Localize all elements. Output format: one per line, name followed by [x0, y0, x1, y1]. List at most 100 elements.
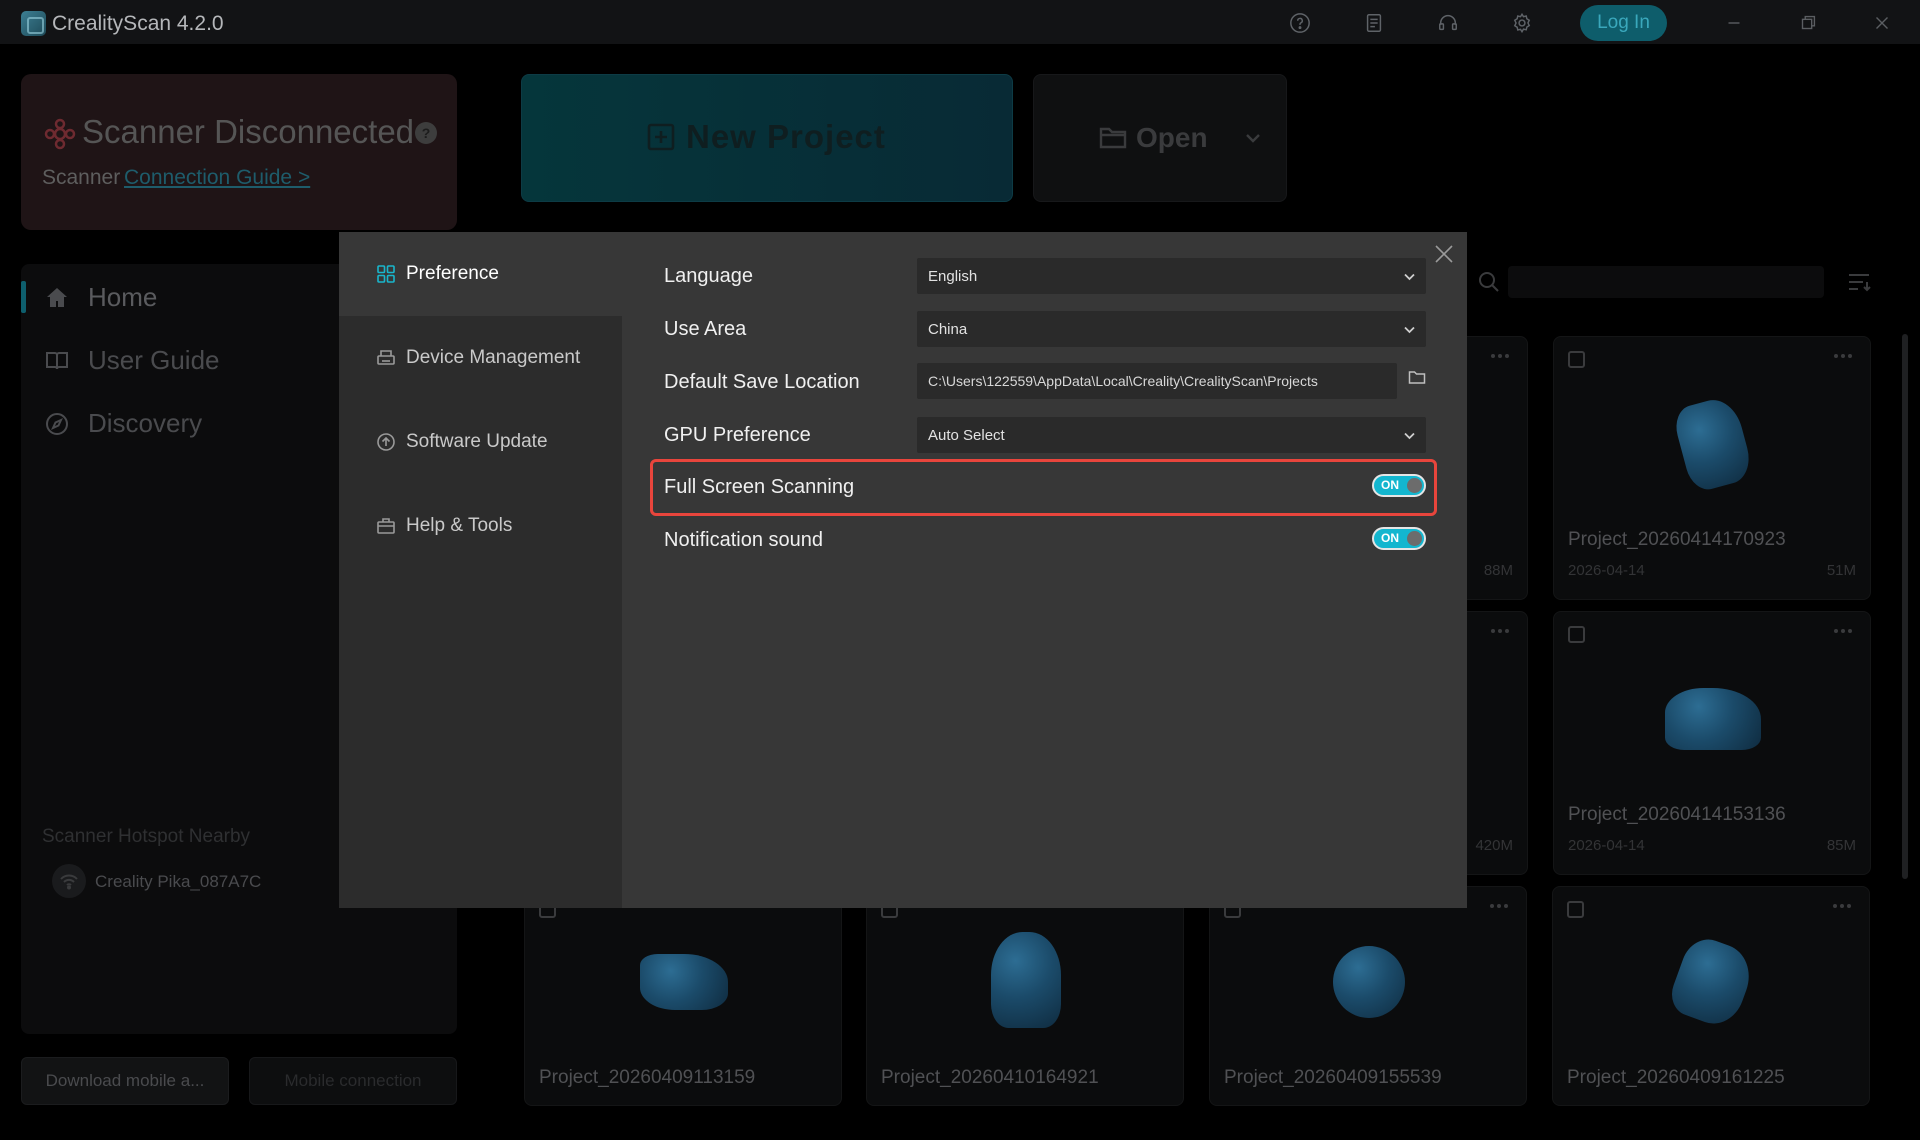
settings-dialog: Preference Device Management Software Up… [339, 232, 1467, 908]
chevron-down-icon [1404, 326, 1415, 334]
project-thumbnail [976, 925, 1076, 1035]
plus-square-icon [646, 122, 676, 152]
headset-icon[interactable] [1437, 12, 1459, 34]
settings-tab-label: Software Update [406, 431, 548, 452]
settings-tab-device-management[interactable]: Device Management [339, 316, 622, 400]
scrollbar[interactable] [1902, 334, 1908, 879]
more-options-icon[interactable] [1489, 347, 1511, 365]
hotspot-device-name[interactable]: Creality Pika_087A7C [95, 872, 261, 892]
project-thumbnail [1663, 664, 1763, 774]
app-title: CrealityScan 4.2.0 [52, 12, 224, 35]
gpu-preference-label: GPU Preference [664, 424, 811, 446]
project-thumbnail [634, 927, 734, 1037]
hotspot-title: Scanner Hotspot Nearby [42, 826, 251, 847]
settings-tab-help-tools[interactable]: Help & Tools [339, 484, 622, 568]
project-card[interactable]: Project_20260409155539 [1209, 886, 1527, 1106]
scanner-help-icon[interactable]: ? [415, 122, 437, 144]
settings-tab-label: Device Management [406, 347, 581, 368]
more-options-icon[interactable] [1832, 347, 1854, 365]
open-label: Open [1136, 122, 1208, 153]
project-checkbox[interactable] [1568, 626, 1585, 643]
project-card[interactable]: Project_20260410164921 [866, 886, 1184, 1106]
login-button[interactable]: Log In [1580, 5, 1667, 41]
project-name: Project_20260409113159 [539, 1067, 756, 1088]
project-name: Project_20260414170923 [1568, 529, 1786, 550]
project-date: 2026-04-14 [1568, 562, 1645, 579]
more-options-icon[interactable] [1489, 622, 1511, 640]
project-checkbox[interactable] [1568, 351, 1585, 368]
more-options-icon[interactable] [1831, 897, 1853, 915]
title-bar: CrealityScan 4.2.0 Log In [0, 0, 1920, 44]
search-input[interactable] [1508, 266, 1824, 298]
gpu-preference-value: Auto Select [928, 426, 1005, 444]
language-value: English [928, 267, 978, 285]
project-card[interactable]: Project_20260414170923 2026-04-14 51M [1553, 336, 1871, 600]
chevron-down-icon[interactable] [1244, 129, 1262, 147]
settings-sidebar: Preference Device Management Software Up… [339, 232, 622, 908]
save-location-label: Default Save Location [664, 371, 860, 393]
use-area-value: China [928, 320, 968, 338]
project-card[interactable]: Project_20260414153136 2026-04-14 85M [1553, 611, 1871, 875]
project-size: 51M [1826, 562, 1856, 579]
notification-sound-toggle[interactable]: ON [1372, 527, 1426, 550]
sort-list-icon[interactable] [1846, 270, 1872, 294]
toggle-knob [1407, 478, 1422, 493]
scanner-status-title: Scanner Disconnected [82, 113, 415, 150]
restore-icon[interactable] [1797, 12, 1819, 34]
grid-icon [377, 265, 395, 283]
book-icon [46, 351, 68, 369]
project-date: 2026-04-14 [1568, 837, 1645, 854]
minimize-icon[interactable] [1723, 12, 1745, 34]
download-mobile-app-button[interactable]: Download mobile a... [21, 1057, 229, 1105]
project-card[interactable]: Project_20260409161225 [1552, 886, 1870, 1106]
project-name: Project_20260414153136 [1568, 804, 1786, 825]
sidebar-item-label: Home [88, 282, 158, 312]
settings-tab-label: Help & Tools [406, 515, 513, 536]
notification-sound-label: Notification sound [664, 529, 823, 551]
language-select[interactable]: English [917, 258, 1426, 294]
project-thumbnail [1662, 927, 1762, 1037]
search-icon[interactable] [1477, 270, 1501, 294]
nav-active-indicator [21, 281, 26, 313]
sidebar-item-discovery[interactable]: Discovery [44, 408, 202, 439]
settings-tab-preference[interactable]: Preference [339, 232, 622, 316]
more-options-icon[interactable] [1488, 897, 1510, 915]
project-name: Project_20260409161225 [1567, 1067, 1785, 1088]
connection-guide-link[interactable]: Connection Guide > [124, 166, 310, 190]
mobile-connection-button[interactable]: Mobile connection [249, 1057, 457, 1105]
more-options-icon[interactable] [1832, 622, 1854, 640]
sidebar-item-home[interactable]: Home [44, 282, 157, 313]
gpu-preference-select[interactable]: Auto Select [917, 417, 1426, 453]
toggle-state: ON [1381, 478, 1399, 492]
project-card[interactable]: Project_20260409113159 [524, 886, 842, 1106]
full-screen-scanning-label: Full Screen Scanning [664, 476, 855, 498]
close-icon[interactable] [1432, 242, 1456, 266]
help-icon[interactable] [1289, 12, 1311, 34]
chevron-down-icon [1404, 432, 1415, 440]
project-size: 85M [1826, 837, 1856, 854]
close-window-icon[interactable] [1871, 12, 1893, 34]
use-area-label: Use Area [664, 318, 747, 340]
notes-icon[interactable] [1363, 12, 1385, 34]
project-checkbox[interactable] [1567, 901, 1584, 918]
app-logo-icon [21, 11, 46, 36]
sidebar-item-user-guide[interactable]: User Guide [44, 345, 220, 376]
save-location-input[interactable] [917, 363, 1397, 399]
language-label: Language [664, 265, 753, 287]
settings-tab-software-update[interactable]: Software Update [339, 400, 622, 484]
toolbox-icon [377, 518, 395, 534]
printer-icon [377, 350, 395, 365]
full-screen-scanning-toggle[interactable]: ON [1372, 474, 1426, 497]
scanner-disconnected-icon [44, 118, 76, 150]
toggle-knob [1407, 531, 1422, 546]
project-size: 88M [1483, 562, 1513, 579]
project-thumbnail [1663, 389, 1763, 499]
gear-icon[interactable] [1511, 12, 1533, 34]
wifi-icon [52, 864, 86, 898]
home-icon [47, 287, 67, 307]
folder-icon[interactable] [1408, 369, 1426, 385]
toggle-state: ON [1381, 531, 1399, 545]
scanner-label: Scanner [42, 166, 121, 189]
use-area-select[interactable]: China [917, 311, 1426, 347]
chevron-down-icon [1404, 273, 1415, 281]
